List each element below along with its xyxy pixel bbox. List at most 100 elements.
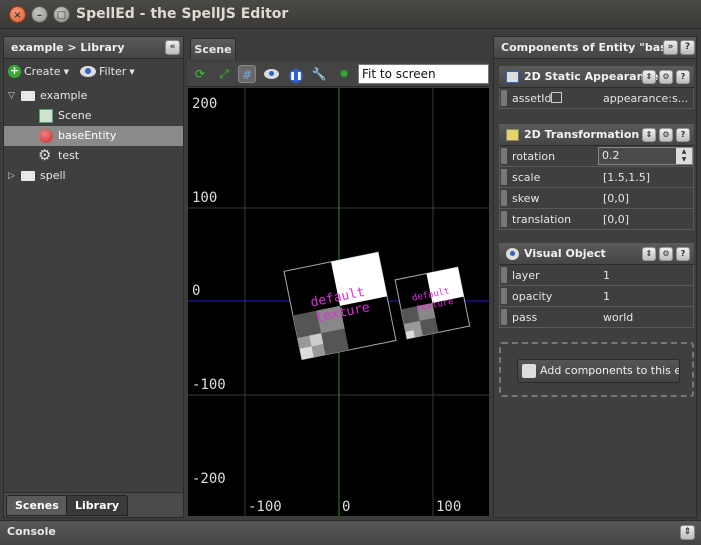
component-header[interactable]: 2D Static Appearance ⇕ ⚙ ? <box>499 66 694 88</box>
property-name: opacity <box>512 290 553 303</box>
console-bar[interactable]: Console ⇕ <box>0 520 701 545</box>
dropdown-arrow-icon: ▼ <box>63 67 69 76</box>
expand-console-icon[interactable]: ⇕ <box>680 525 695 540</box>
collapse-right-icon[interactable]: » <box>663 40 678 55</box>
x-tick-label: -100 <box>248 499 282 515</box>
filter-button[interactable]: Filter ▼ <box>80 65 135 78</box>
x-tick-label: 0 <box>342 499 350 515</box>
components-title: Components of Entity "bas... <box>501 41 680 54</box>
settings-icon[interactable]: ⚙ <box>659 70 673 84</box>
rotation-spinner[interactable]: 0.2 ▲ ▼ <box>598 147 693 165</box>
eye-icon[interactable] <box>262 65 280 83</box>
property-name: scale <box>512 171 541 184</box>
library-panel-header: example > Library « <box>4 37 183 59</box>
help-icon[interactable]: ? <box>676 247 690 261</box>
property-row[interactable]: layer 1 <box>499 265 694 286</box>
zoom-select[interactable]: Fit to screen <box>358 64 489 84</box>
grid-toggle-icon[interactable]: # <box>238 65 256 83</box>
help-icon[interactable]: ? <box>676 128 690 142</box>
property-row[interactable]: rotation 0.2 ▲ ▼ <box>499 146 694 167</box>
collapse-left-icon[interactable]: « <box>165 40 180 55</box>
property-value[interactable]: 1 <box>603 286 691 307</box>
settings-icon[interactable]: ⚙ <box>659 128 673 142</box>
add-components-button[interactable]: Add components to this entity <box>517 359 680 383</box>
property-row[interactable]: scale [1.5,1.5] <box>499 167 694 188</box>
property-value[interactable]: [1.5,1.5] <box>603 167 691 188</box>
window-title: SpellEd - the SpellJS Editor <box>76 6 289 22</box>
tree-item-test[interactable]: ⚙ test <box>4 146 183 166</box>
entity-sprite-large[interactable]: default texture <box>283 251 397 361</box>
create-button[interactable]: + Create ▼ <box>8 65 69 78</box>
expand-arrow-icon[interactable]: ▽ <box>8 86 15 106</box>
collapse-icon[interactable]: ⇕ <box>642 70 656 84</box>
window-minimize-button[interactable]: – <box>31 6 48 23</box>
collapsed-arrow-icon[interactable]: ▷ <box>8 166 15 186</box>
drag-handle <box>501 90 507 106</box>
pause-icon[interactable]: ❚❚ <box>287 65 305 83</box>
scene-viewport[interactable]: default texture default texture 200 100 … <box>188 88 489 516</box>
property-value[interactable]: [0,0] <box>603 188 691 209</box>
settings-icon[interactable]: ⚙ <box>659 247 673 261</box>
filter-label: Filter <box>99 65 127 78</box>
library-breadcrumb: example > Library <box>11 41 125 54</box>
help-icon[interactable]: ? <box>680 40 695 55</box>
fullscreen-icon[interactable]: ⤢ <box>215 65 233 83</box>
add-components-label: Add components to this entity <box>540 364 679 377</box>
property-row[interactable]: translation [0,0] <box>499 209 694 230</box>
folder-icon <box>21 91 35 101</box>
wrench-icon[interactable]: 🔧 <box>310 65 328 83</box>
add-components-dropzone: Add components to this entity <box>499 342 694 397</box>
component-title: Visual Object <box>524 247 606 260</box>
entity-icon <box>39 129 53 143</box>
property-row[interactable]: pass world <box>499 307 694 328</box>
refresh-icon[interactable]: ⟳ <box>191 65 209 83</box>
property-value[interactable]: 0.2 <box>602 148 620 164</box>
tree-item-spell[interactable]: ▷ spell <box>4 166 183 186</box>
property-row[interactable]: opacity 1 <box>499 286 694 307</box>
y-tick-label: -200 <box>192 471 226 487</box>
property-row[interactable]: skew [0,0] <box>499 188 694 209</box>
window-maximize-button[interactable]: □ <box>53 6 70 23</box>
scene-panel: Scene ⟳ ⤢ # ❚❚ 🔧 ✹ Fit to screen default… <box>187 36 489 518</box>
component-2d-static-appearance: 2D Static Appearance ⇕ ⚙ ? assetId appea… <box>499 66 694 109</box>
component-header[interactable]: 2D Transformation ⇕ ⚙ ? <box>499 124 694 146</box>
drag-handle <box>501 211 507 227</box>
collapse-icon[interactable]: ⇕ <box>642 247 656 261</box>
property-value[interactable]: appearance:s... <box>603 88 691 109</box>
tab-scenes[interactable]: Scenes <box>6 495 68 516</box>
bug-icon[interactable]: ✹ <box>335 65 353 83</box>
create-label: Create <box>24 65 61 78</box>
drag-handle <box>501 309 507 325</box>
tab-library[interactable]: Library <box>66 495 129 516</box>
property-name: translation <box>512 213 572 226</box>
property-name: layer <box>512 269 540 282</box>
property-row[interactable]: assetId appearance:s... <box>499 88 694 109</box>
entity-sprite-small[interactable]: default texture <box>394 266 471 340</box>
drag-handle <box>501 288 507 304</box>
scene-canvas: default texture default texture 200 100 … <box>188 88 489 516</box>
eye-icon <box>80 66 96 77</box>
spinner-arrows-icon[interactable]: ▲ ▼ <box>676 148 692 164</box>
asset-picker-icon[interactable] <box>551 92 562 103</box>
tree-item-example[interactable]: ▽ example <box>4 86 183 106</box>
left-panel-tabs: Scenes Library <box>4 492 183 517</box>
tree-item-label: spell <box>40 169 66 182</box>
x-tick-label: 100 <box>436 499 461 515</box>
components-panel-header: Components of Entity "bas... » ? <box>494 37 696 59</box>
property-value[interactable]: world <box>603 307 691 328</box>
gear-icon: ⚙ <box>38 146 52 164</box>
tree-item-baseentity[interactable]: baseEntity <box>4 126 183 146</box>
property-value[interactable]: 1 <box>603 265 691 286</box>
components-panel: Components of Entity "bas... » ? 2D Stat… <box>493 36 697 518</box>
tab-scene[interactable]: Scene <box>190 38 236 60</box>
component-header[interactable]: Visual Object ⇕ ⚙ ? <box>499 243 694 265</box>
property-value[interactable]: [0,0] <box>603 209 691 230</box>
y-tick-label: 200 <box>192 96 217 112</box>
help-icon[interactable]: ? <box>676 70 690 84</box>
transform-icon <box>506 129 519 141</box>
library-tree: ▽ example Scene baseEntity ⚙ test ▷ spel… <box>4 86 183 186</box>
window-close-button[interactable]: × <box>9 6 26 23</box>
collapse-icon[interactable]: ⇕ <box>642 128 656 142</box>
tree-item-scene[interactable]: Scene <box>4 106 183 126</box>
appearance-icon <box>506 71 519 83</box>
